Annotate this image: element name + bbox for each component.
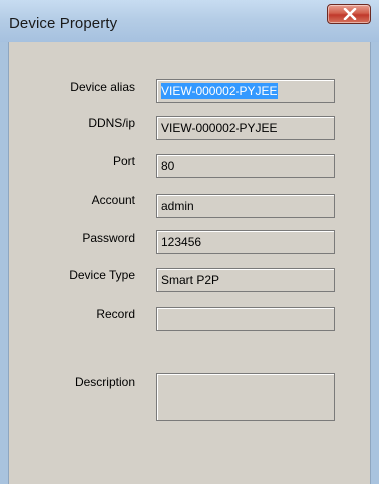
device-type-value: Smart P2P xyxy=(161,273,220,287)
account-label: Account xyxy=(91,193,135,207)
record-label: Record xyxy=(96,307,135,321)
device-alias-field[interactable]: VIEW-000002-PYJEE xyxy=(156,79,335,103)
password-value: 123456 xyxy=(161,235,202,249)
device-alias-value: VIEW-000002-PYJEE xyxy=(161,83,278,99)
port-value: 80 xyxy=(161,159,175,173)
device-property-dialog: Device Property Device alias VIEW-000002… xyxy=(0,0,379,484)
window-title: Device Property xyxy=(9,15,118,32)
record-field[interactable] xyxy=(156,307,335,331)
title-bar[interactable]: Device Property xyxy=(0,0,379,42)
dialog-body: Device alias VIEW-000002-PYJEE DDNS/ip V… xyxy=(8,42,371,484)
account-value: admin xyxy=(161,199,194,213)
device-alias-label: Device alias xyxy=(70,80,135,94)
password-label: Password xyxy=(82,231,135,245)
device-type-field[interactable]: Smart P2P xyxy=(156,268,335,292)
port-field[interactable]: 80 xyxy=(156,154,335,178)
device-type-label: Device Type xyxy=(69,268,135,282)
description-field[interactable] xyxy=(156,373,335,421)
password-field[interactable]: 123456 xyxy=(156,230,335,254)
ddns-ip-value: VIEW-000002-PYJEE xyxy=(161,121,278,135)
close-button[interactable] xyxy=(327,4,371,24)
close-icon xyxy=(343,8,357,20)
port-label: Port xyxy=(112,154,135,168)
account-field[interactable]: admin xyxy=(156,194,335,218)
description-label: Description xyxy=(74,375,135,389)
ddns-ip-field[interactable]: VIEW-000002-PYJEE xyxy=(156,116,335,140)
ddns-ip-label: DDNS/ip xyxy=(88,116,135,130)
